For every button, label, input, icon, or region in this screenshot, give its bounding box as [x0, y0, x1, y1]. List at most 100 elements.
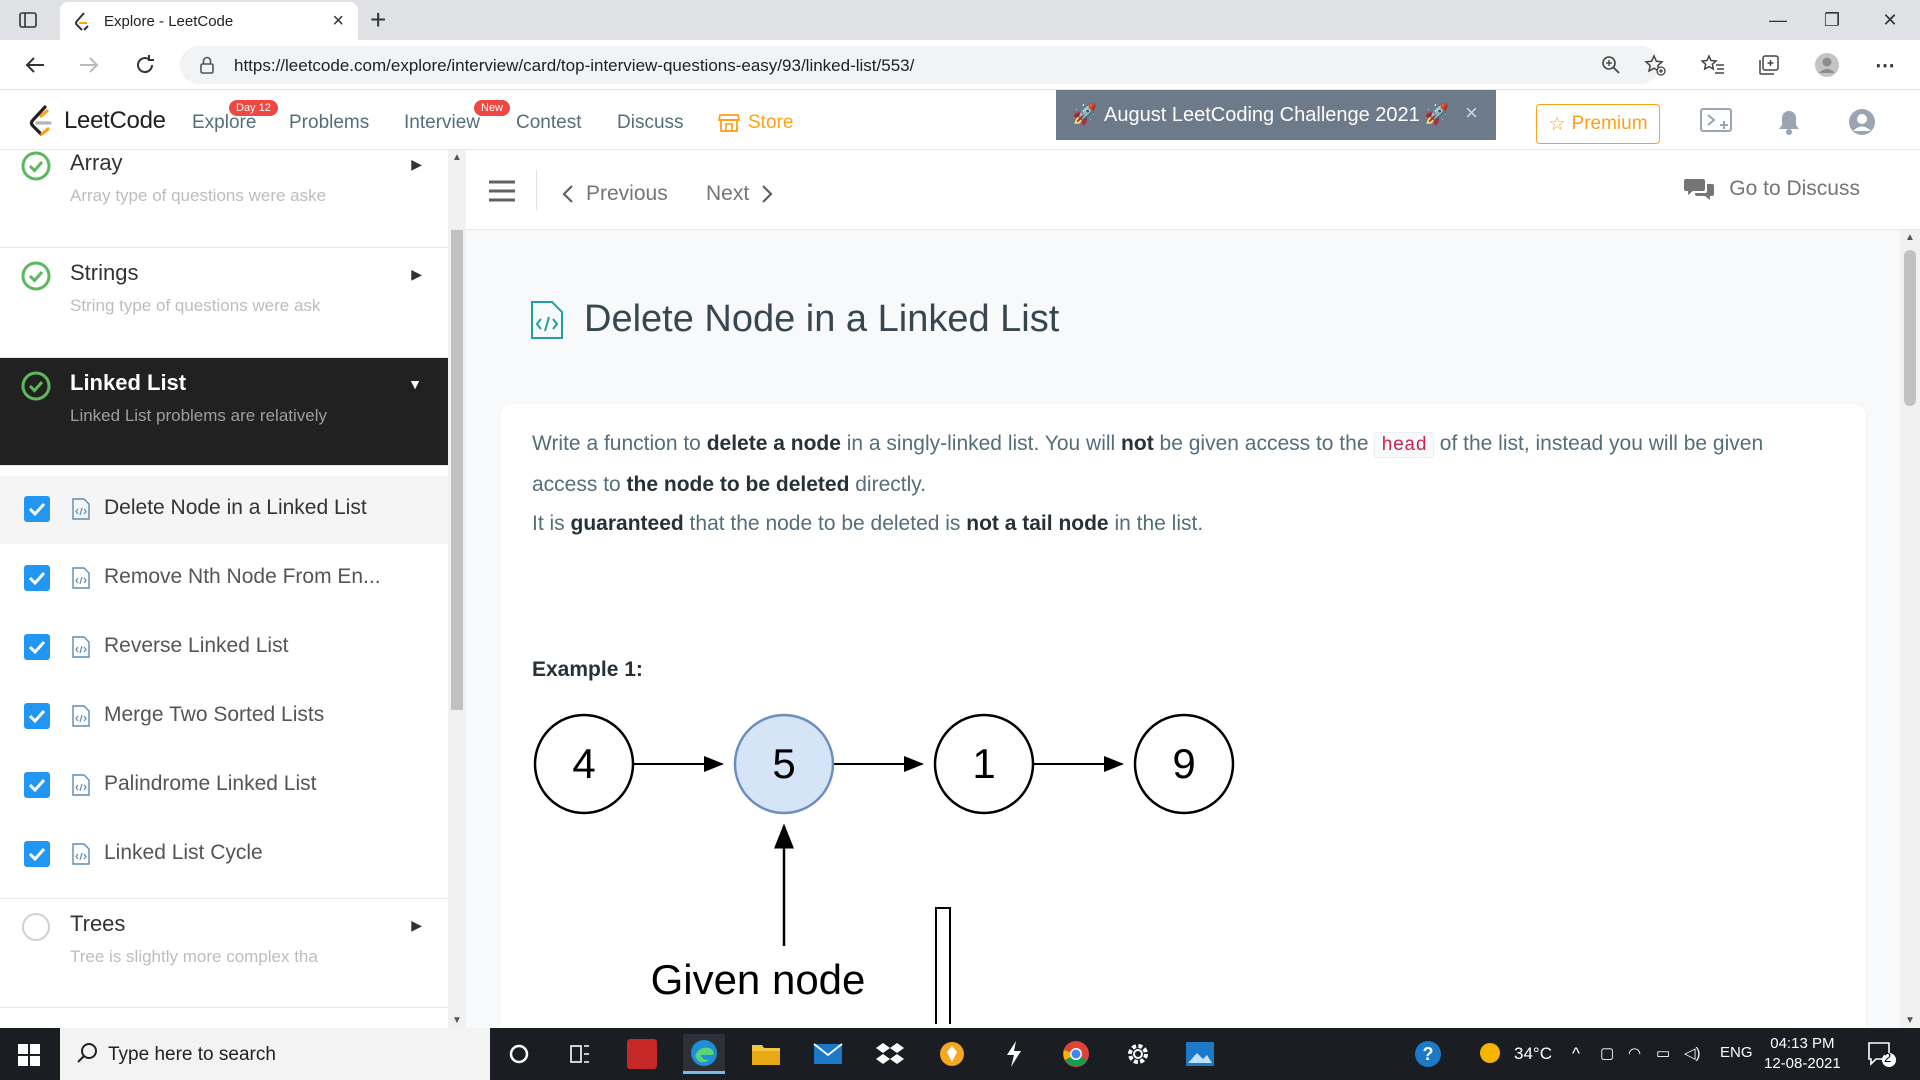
lesson-item-cycle[interactable]: Linked List Cycle — [0, 821, 448, 889]
mail-icon[interactable] — [807, 1034, 849, 1074]
premium-button[interactable]: ☆ Premium — [1536, 104, 1660, 144]
profile-avatar-icon[interactable] — [1814, 52, 1840, 78]
scroll-down-icon[interactable]: ▼ — [452, 1015, 462, 1026]
add-favorite-icon[interactable] — [1642, 52, 1668, 78]
main-content: Previous Next Go to Discuss Delete Node … — [466, 150, 1920, 1028]
close-window-icon[interactable]: ✕ — [1870, 6, 1910, 34]
checkbox-checked-icon — [24, 565, 50, 591]
bold-run: not — [1121, 432, 1154, 455]
lesson-item-palindrome[interactable]: Palindrome Linked List — [0, 752, 448, 820]
tab-actions-icon[interactable] — [16, 8, 40, 32]
language-indicator[interactable]: ENG — [1720, 1044, 1753, 1061]
caret-right-icon: ▶ — [411, 156, 422, 172]
tray-chevron-up-icon[interactable]: ^ — [1572, 1044, 1580, 1064]
restore-icon[interactable]: ❐ — [1812, 6, 1852, 34]
browser-tab[interactable]: Explore - LeetCode × — [60, 2, 358, 40]
app-bolt-icon[interactable] — [993, 1034, 1035, 1074]
forward-icon[interactable] — [76, 52, 102, 78]
file-explorer-icon[interactable] — [745, 1034, 787, 1074]
brave-icon[interactable] — [931, 1034, 973, 1074]
chrome-icon[interactable] — [1055, 1034, 1097, 1074]
hamburger-menu-icon[interactable] — [488, 180, 516, 207]
windows-start-icon[interactable] — [18, 1044, 40, 1071]
caret-right-icon: ▶ — [411, 917, 422, 933]
playground-icon[interactable] — [1700, 108, 1734, 139]
list-node-value: 9 — [1172, 740, 1195, 787]
lesson-label: Linked List Cycle — [104, 841, 263, 864]
challenge-banner[interactable]: 🚀 August LeetCoding Challenge 2021 🚀 × — [1056, 90, 1496, 140]
chapter-strings[interactable]: Strings String type of questions were as… — [0, 248, 448, 358]
photos-icon[interactable] — [1179, 1034, 1221, 1074]
leetcode-logo[interactable]: LeetCode — [28, 105, 166, 137]
previous-button[interactable]: Previous — [562, 182, 668, 206]
help-icon[interactable]: ? — [1414, 1040, 1442, 1073]
checkbox-checked-icon — [24, 496, 50, 522]
completed-check-icon — [20, 150, 52, 187]
challenge-label: August LeetCoding Challenge 2021 — [1104, 104, 1420, 126]
taskbar-clock[interactable]: 04:13 PM 12-08-2021 — [1764, 1034, 1841, 1074]
dropbox-icon[interactable] — [869, 1034, 911, 1074]
more-options-icon[interactable]: ⋯ — [1872, 52, 1898, 78]
nav-explore[interactable]: Explore — [192, 112, 256, 134]
weather-sun-icon[interactable] — [1477, 1040, 1503, 1071]
text-run: in a singly-linked list. You will — [840, 432, 1122, 455]
notification-center-icon[interactable] — [1866, 1040, 1896, 1073]
chapter-desc: String type of questions were ask — [70, 296, 321, 315]
chapter-linked-list[interactable]: Linked List Linked List problems are rel… — [0, 358, 448, 466]
tray-device-icon[interactable]: ▢ — [1600, 1044, 1614, 1062]
collections-icon[interactable] — [1756, 52, 1782, 78]
lesson-item-remove-nth[interactable]: Remove Nth Node From En... — [0, 545, 448, 613]
sidebar-scroll-thumb[interactable] — [451, 230, 463, 710]
text-run: Write a function to — [532, 432, 707, 455]
tab-close-icon[interactable]: × — [332, 10, 344, 33]
url-field[interactable]: https://leetcode.com/explore/interview/c… — [180, 46, 1660, 84]
user-avatar-icon[interactable] — [1848, 108, 1876, 141]
cortana-icon[interactable] — [498, 1034, 540, 1074]
clock-time: 04:13 PM — [1770, 1035, 1835, 1052]
favorites-icon[interactable] — [1700, 52, 1726, 78]
search-placeholder: Type here to search — [108, 1044, 276, 1065]
back-icon[interactable] — [22, 52, 48, 78]
completed-check-icon — [20, 260, 52, 297]
next-button[interactable]: Next — [706, 182, 773, 206]
chapter-desc: Tree is slightly more complex tha — [70, 947, 318, 966]
close-banner-icon[interactable]: × — [1465, 100, 1478, 126]
scroll-down-icon[interactable]: ▼ — [1905, 1015, 1915, 1026]
scroll-up-icon[interactable]: ▲ — [1905, 232, 1915, 243]
chapter-array[interactable]: Array Array type of questions were aske … — [0, 150, 448, 248]
edge-browser-icon[interactable] — [683, 1034, 725, 1074]
nav-problems[interactable]: Problems — [289, 112, 369, 134]
list-node-value: 1 — [972, 740, 995, 787]
task-view-icon[interactable] — [559, 1034, 601, 1074]
notification-bell-icon[interactable] — [1776, 108, 1802, 141]
chapter-sidebar: Array Array type of questions were aske … — [0, 150, 448, 1028]
go-to-discuss-button[interactable]: Go to Discuss — [1683, 176, 1860, 202]
nav-discuss[interactable]: Discuss — [617, 112, 684, 134]
minimize-icon[interactable]: — — [1758, 6, 1798, 34]
chevron-right-icon — [762, 185, 773, 203]
main-scroll-thumb[interactable] — [1904, 250, 1916, 406]
sidebar-scrollbar[interactable]: ▲ ▼ — [448, 150, 466, 1028]
text-run: in the list. — [1108, 512, 1204, 535]
bold-run: not a tail node — [966, 512, 1109, 535]
lesson-label: Merge Two Sorted Lists — [104, 703, 325, 726]
nav-store[interactable]: Store — [718, 112, 793, 134]
refresh-icon[interactable] — [132, 52, 158, 78]
zoom-icon[interactable] — [1598, 52, 1624, 78]
lesson-item-merge[interactable]: Merge Two Sorted Lists — [0, 683, 448, 751]
taskbar-search-field[interactable]: Type here to search — [60, 1028, 490, 1080]
nav-contest[interactable]: Contest — [516, 112, 581, 134]
wifi-icon[interactable]: ◠ — [1628, 1044, 1641, 1062]
lock-icon — [200, 56, 214, 79]
chapter-trees[interactable]: Trees Tree is slightly more complex tha … — [0, 898, 448, 1008]
lesson-item-delete-node[interactable]: Delete Node in a Linked List — [0, 476, 448, 544]
battery-icon[interactable]: ▭ — [1656, 1044, 1670, 1062]
lesson-item-reverse[interactable]: Reverse Linked List — [0, 614, 448, 682]
scroll-up-icon[interactable]: ▲ — [452, 152, 462, 163]
settings-gear-icon[interactable] — [1117, 1034, 1159, 1074]
main-scrollbar[interactable]: ▲ ▼ — [1900, 230, 1920, 1028]
volume-icon[interactable]: ◁) — [1684, 1044, 1701, 1062]
typing-app-icon[interactable] — [621, 1034, 663, 1074]
new-tab-icon[interactable]: + — [370, 4, 386, 36]
nav-interview[interactable]: Interview — [404, 112, 480, 134]
